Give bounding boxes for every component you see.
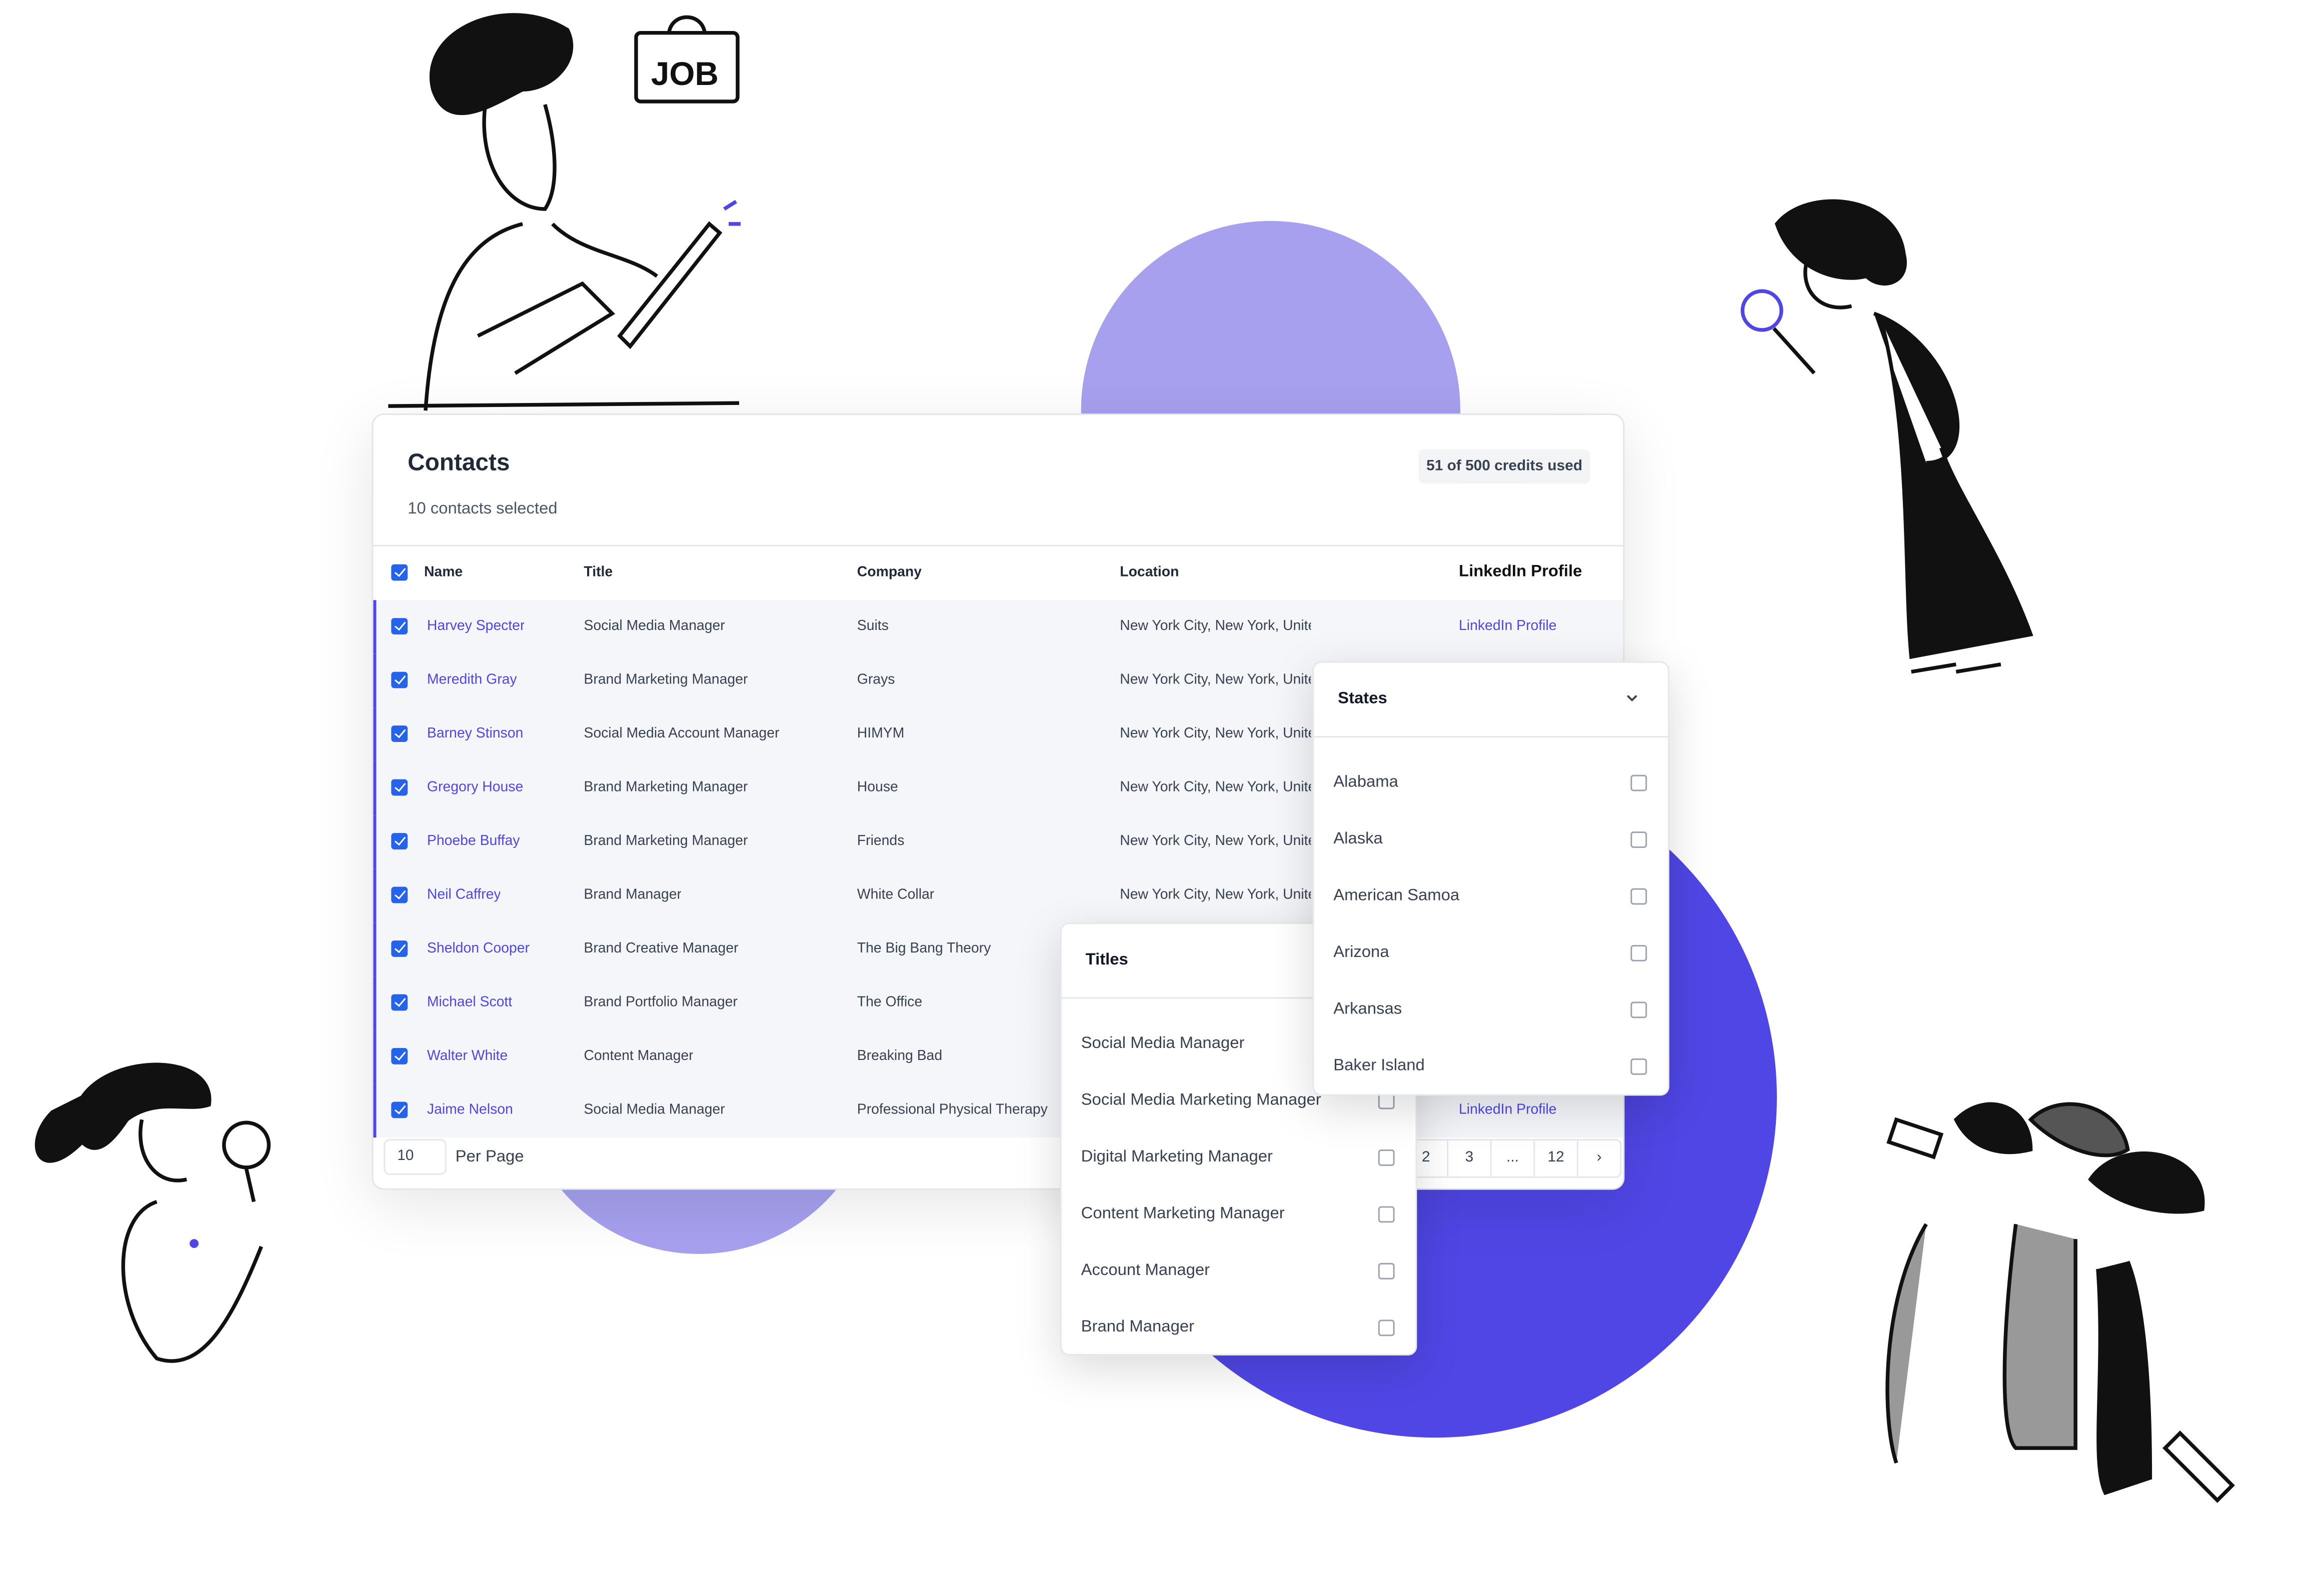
filter-option-label[interactable]: Alaska bbox=[1333, 830, 1383, 848]
cell-company: The Big Bang Theory bbox=[857, 940, 991, 957]
cell-linkedin-link[interactable]: LinkedIn Profile bbox=[1459, 618, 1557, 634]
column-header-company[interactable]: Company bbox=[857, 564, 922, 581]
filter-option-label[interactable]: Arizona bbox=[1333, 944, 1389, 962]
chevron-down-icon[interactable] bbox=[1624, 692, 1639, 704]
filter-option-checkbox[interactable] bbox=[1630, 888, 1647, 905]
row-checkbox[interactable] bbox=[391, 886, 408, 904]
group-with-telescopes-illustration bbox=[1885, 1102, 2235, 1503]
row-checkbox[interactable] bbox=[391, 672, 408, 688]
job-sign-text: JOB bbox=[651, 56, 719, 92]
divider bbox=[1314, 736, 1668, 738]
filter-option-checkbox[interactable] bbox=[1630, 832, 1647, 848]
cell-title: Social Media Account Manager bbox=[584, 726, 780, 742]
cell-location: New York City, New York, United States bbox=[1120, 726, 1311, 742]
cell-company: The Office bbox=[857, 994, 923, 1011]
states-header[interactable]: States bbox=[1338, 690, 1387, 708]
page-ellipsis: ... bbox=[1490, 1140, 1534, 1176]
cell-name-link[interactable]: Harvey Specter bbox=[427, 618, 525, 634]
cell-title: Brand Marketing Manager bbox=[584, 833, 748, 850]
filter-option-checkbox[interactable] bbox=[1630, 944, 1647, 962]
row-checkbox[interactable] bbox=[391, 994, 408, 1011]
filter-option-label[interactable]: Arkansas bbox=[1333, 1000, 1402, 1018]
cell-location: New York City, New York, United States bbox=[1120, 886, 1311, 904]
titles-header[interactable]: Titles bbox=[1086, 951, 1128, 969]
cell-company: Breaking Bad bbox=[857, 1048, 943, 1064]
cell-name-link[interactable]: Sheldon Cooper bbox=[427, 940, 530, 957]
per-page-label: Per Page bbox=[455, 1148, 524, 1166]
column-header-location[interactable]: Location bbox=[1120, 564, 1179, 581]
row-checkbox[interactable] bbox=[391, 1048, 408, 1064]
selection-count: 10 contacts selected bbox=[408, 500, 558, 518]
filter-option-label[interactable]: Social Media Manager bbox=[1081, 1034, 1245, 1052]
cell-title: Brand Portfolio Manager bbox=[584, 994, 738, 1011]
row-checkbox[interactable] bbox=[391, 833, 408, 850]
row-checkbox[interactable] bbox=[391, 726, 408, 742]
cell-name-link[interactable]: Meredith Gray bbox=[427, 672, 517, 688]
cell-company: House bbox=[857, 779, 898, 796]
cell-company: HIMYM bbox=[857, 726, 905, 742]
cell-linkedin-link[interactable]: LinkedIn Profile bbox=[1459, 1102, 1557, 1118]
row-checkbox[interactable] bbox=[391, 940, 408, 957]
row-checkbox[interactable] bbox=[391, 1102, 408, 1118]
cell-title: Content Manager bbox=[584, 1048, 694, 1064]
cell-name-link[interactable]: Barney Stinson bbox=[427, 726, 523, 742]
credits-badge: 51 of 500 credits used bbox=[1418, 449, 1590, 484]
cell-title: Brand Marketing Manager bbox=[584, 779, 748, 796]
cell-company: Friends bbox=[857, 833, 905, 850]
row-checkbox[interactable] bbox=[391, 779, 408, 796]
cell-title: Brand Manager bbox=[584, 886, 682, 904]
cell-name-link[interactable]: Neil Caffrey bbox=[427, 887, 501, 904]
column-header-linkedin[interactable]: LinkedIn Profile bbox=[1459, 563, 1582, 581]
filter-option-checkbox[interactable] bbox=[1630, 774, 1647, 792]
cell-name-link[interactable]: Michael Scott bbox=[427, 994, 512, 1010]
woman-with-magnifier-illustration bbox=[35, 1062, 271, 1363]
cell-title: Brand Creative Manager bbox=[584, 940, 739, 957]
filter-option-label[interactable]: Brand Manager bbox=[1081, 1318, 1194, 1336]
cell-name-link[interactable]: Phoebe Buffay bbox=[427, 833, 520, 850]
person-with-clipboard-illustration: JOB bbox=[388, 13, 741, 411]
filter-option-label[interactable]: Baker Island bbox=[1333, 1057, 1425, 1075]
table-row[interactable]: Harvey Specter Social Media Manager Suits N… bbox=[373, 600, 1623, 654]
column-header-title[interactable]: Title bbox=[584, 564, 613, 581]
states-filter-panel: States Alabama Alaska American Samoa Arizon… bbox=[1312, 661, 1670, 1096]
page-12-button[interactable]: 12 bbox=[1533, 1140, 1577, 1176]
per-page-input[interactable]: 10 bbox=[384, 1139, 447, 1175]
cell-location: New York City, New York, United States bbox=[1120, 779, 1311, 796]
select-all-checkbox[interactable] bbox=[391, 564, 408, 581]
person-with-magnifier-illustration bbox=[1740, 199, 2033, 674]
cell-company: Grays bbox=[857, 672, 895, 688]
cell-name-link[interactable]: Gregory House bbox=[427, 780, 523, 796]
pagination: 2 3 ... 12 › bbox=[1403, 1139, 1622, 1178]
filter-option-label[interactable]: Alabama bbox=[1333, 774, 1398, 792]
filter-option-label[interactable]: Account Manager bbox=[1081, 1262, 1210, 1280]
row-checkbox[interactable] bbox=[391, 618, 408, 634]
filter-option-checkbox[interactable] bbox=[1378, 1206, 1395, 1223]
cell-location: New York City, New York, United States bbox=[1120, 672, 1311, 688]
next-page-button[interactable]: › bbox=[1576, 1140, 1620, 1176]
cell-location: New York City, New York, United States bbox=[1120, 618, 1311, 634]
cell-company: Suits bbox=[857, 618, 889, 634]
filter-option-checkbox[interactable] bbox=[1378, 1149, 1395, 1166]
cell-title: Brand Marketing Manager bbox=[584, 672, 748, 688]
filter-option-checkbox[interactable] bbox=[1378, 1262, 1395, 1280]
table-header: Name Title Company Location LinkedIn Pro… bbox=[373, 546, 1623, 602]
cell-company: Professional Physical Therapy bbox=[857, 1102, 1048, 1118]
cell-name-link[interactable]: Walter White bbox=[427, 1048, 508, 1064]
cell-name-link[interactable]: Jaime Nelson bbox=[427, 1102, 513, 1118]
filter-option-checkbox[interactable] bbox=[1630, 1002, 1647, 1018]
filter-option-checkbox[interactable] bbox=[1630, 1058, 1647, 1075]
column-header-name[interactable]: Name bbox=[424, 564, 463, 581]
cell-title: Social Media Manager bbox=[584, 618, 725, 634]
cell-location: New York City, New York, United States bbox=[1120, 833, 1311, 850]
page-3-button[interactable]: 3 bbox=[1447, 1140, 1490, 1176]
filter-option-label[interactable]: Social Media Marketing Manager bbox=[1081, 1092, 1321, 1110]
filter-option-label[interactable]: Content Marketing Manager bbox=[1081, 1204, 1285, 1222]
filter-option-checkbox[interactable] bbox=[1378, 1320, 1395, 1336]
cell-company: White Collar bbox=[857, 886, 935, 904]
filter-option-label[interactable]: American Samoa bbox=[1333, 887, 1459, 905]
filter-option-label[interactable]: Digital Marketing Manager bbox=[1081, 1148, 1273, 1166]
cell-title: Social Media Manager bbox=[584, 1102, 725, 1118]
page-title: Contacts bbox=[408, 450, 510, 476]
